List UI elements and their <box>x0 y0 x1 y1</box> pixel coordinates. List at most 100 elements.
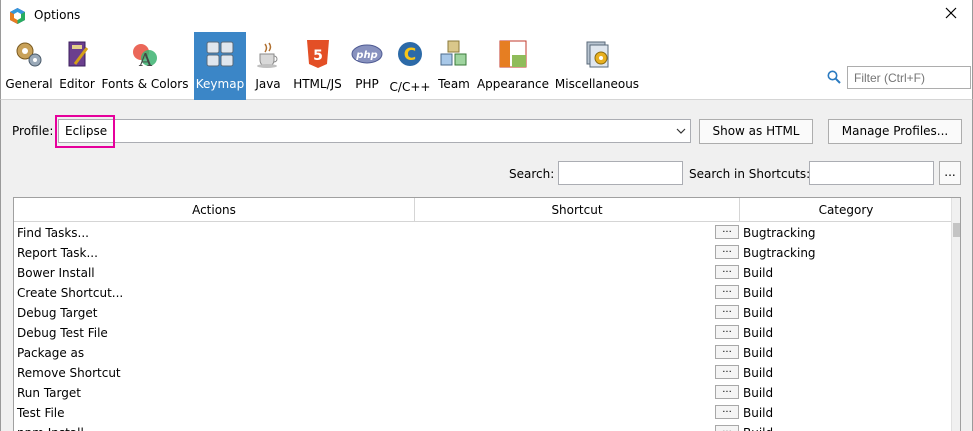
table-row[interactable]: Debug Target... Build <box>14 303 952 323</box>
svg-text:A: A <box>138 50 153 70</box>
table-row[interactable]: Find Tasks...... Bugtracking <box>14 223 952 243</box>
edit-shortcut-button[interactable]: ... <box>715 385 739 399</box>
scrollbar-thumb[interactable] <box>953 223 960 237</box>
php-icon: php <box>351 44 383 64</box>
category-label: Keymap <box>195 77 245 91</box>
table-row[interactable]: Test File... Build <box>14 403 952 423</box>
table-row[interactable]: Report Task...... Bugtracking <box>14 243 952 263</box>
shortcut-capture-button[interactable]: ... <box>939 161 961 185</box>
category-general[interactable]: General <box>5 32 53 100</box>
category-cell: Build <box>743 326 774 340</box>
category-cell: Build <box>743 366 774 380</box>
category-label: Java <box>255 77 281 91</box>
chevron-down-icon[interactable] <box>676 126 686 136</box>
action-cell: Find Tasks... <box>17 226 89 240</box>
keymap-table: Actions Shortcut Category Find Tasks....… <box>13 197 961 431</box>
gears-icon <box>16 42 42 67</box>
table-row[interactable]: npm Install... Build <box>14 423 952 431</box>
category-label: PHP <box>355 77 379 91</box>
book-pen-icon <box>68 41 89 67</box>
show-as-html-button[interactable]: Show as HTML <box>699 119 813 144</box>
vertical-scrollbar[interactable] <box>951 198 960 431</box>
category-cell: Build <box>743 426 773 431</box>
action-cell: Test File <box>17 406 65 420</box>
misc-icon <box>586 41 609 68</box>
action-cell: Debug Target <box>17 306 98 320</box>
profile-value: Eclipse <box>65 124 108 138</box>
category-php[interactable]: php PHP <box>350 32 384 100</box>
action-cell: Run Target <box>17 386 81 400</box>
edit-shortcut-button[interactable]: ... <box>715 225 739 239</box>
action-cell: Package as <box>17 346 85 360</box>
category-java[interactable]: Java <box>251 32 285 100</box>
table-header: Actions Shortcut Category <box>14 198 952 222</box>
edit-shortcut-button[interactable]: ... <box>715 325 739 339</box>
category-team[interactable]: Team <box>435 32 473 100</box>
edit-shortcut-button[interactable]: ... <box>715 405 739 419</box>
search-shortcuts-input[interactable] <box>809 161 934 185</box>
keymap-panel: Profile: Eclipse Show as HTML Manage Pro… <box>0 100 973 431</box>
category-cell: Build <box>743 346 774 360</box>
edit-shortcut-button[interactable]: ... <box>715 345 739 359</box>
svg-text:C: C <box>404 45 416 65</box>
table-row[interactable]: Package as... Build <box>14 343 952 363</box>
category-label: Appearance <box>476 77 550 91</box>
column-header-category[interactable]: Category <box>740 198 952 222</box>
netbeans-logo-icon <box>10 8 25 24</box>
table-row[interactable]: Remove Shortcut... Build <box>14 363 952 383</box>
search-input[interactable] <box>558 161 683 185</box>
category-cell: Build <box>743 286 774 300</box>
table-row[interactable]: Bower Install... Build <box>14 263 952 283</box>
category-cell: Bugtracking <box>743 226 816 240</box>
window-title: Options <box>34 8 81 22</box>
column-header-actions[interactable]: Actions <box>14 198 415 222</box>
edit-shortcut-button[interactable]: ... <box>715 285 739 299</box>
category-cell: Build <box>743 266 774 280</box>
category-fonts-colors[interactable]: A Fonts & Colors <box>100 32 190 100</box>
category-label: Team <box>438 77 470 91</box>
keyboard-icon <box>206 41 234 67</box>
category-label: C/C++ <box>389 80 431 94</box>
action-cell: Report Task... <box>17 246 98 260</box>
category-toolbar: General Editor A Fonts & Colors Keymap J… <box>0 32 973 100</box>
filter-input[interactable] <box>847 66 971 89</box>
category-appearance[interactable]: Appearance <box>476 32 550 100</box>
category-cell: Build <box>743 386 774 400</box>
edit-shortcut-button[interactable]: ... <box>715 305 739 319</box>
font-shapes-icon: A <box>133 44 157 70</box>
category-cell: Bugtracking <box>743 246 816 260</box>
category-c-cpp[interactable]: C C/C++ <box>389 32 431 100</box>
table-row[interactable]: Debug Test File... Build <box>14 323 952 343</box>
cubes-icon <box>440 40 467 66</box>
search-label: Search: <box>509 167 555 181</box>
profile-label: Profile: <box>12 124 54 138</box>
category-keymap[interactable]: Keymap <box>194 32 246 100</box>
table-row[interactable]: Create Shortcut...... Build <box>14 283 952 303</box>
category-label: Miscellaneous <box>554 77 640 91</box>
action-cell: Debug Test File <box>17 326 108 340</box>
search-icon <box>827 70 841 84</box>
action-cell: Remove Shortcut <box>17 366 121 380</box>
category-miscellaneous[interactable]: Miscellaneous <box>554 32 640 100</box>
svg-text:php: php <box>355 50 377 61</box>
edit-shortcut-button[interactable]: ... <box>715 265 739 279</box>
manage-profiles-button[interactable]: Manage Profiles... <box>828 119 962 144</box>
search-shortcuts-label: Search in Shortcuts: <box>689 167 811 181</box>
coffee-cup-icon <box>257 42 278 68</box>
category-label: Editor <box>59 77 95 91</box>
c-icon: C <box>398 42 422 66</box>
column-header-shortcut[interactable]: Shortcut <box>415 198 740 222</box>
table-row[interactable]: Run Target... Build <box>14 383 952 403</box>
action-cell: Bower Install <box>17 266 95 280</box>
profile-dropdown[interactable]: Eclipse <box>58 119 691 143</box>
edit-shortcut-button[interactable]: ... <box>715 425 739 431</box>
edit-shortcut-button[interactable]: ... <box>715 365 739 379</box>
category-label: HTML/JS <box>293 77 342 91</box>
close-icon[interactable] <box>944 6 958 20</box>
edit-shortcut-button[interactable]: ... <box>715 245 739 259</box>
layout-icon <box>499 40 527 68</box>
category-html-js[interactable]: 5 HTML/JS <box>290 32 345 100</box>
category-editor[interactable]: Editor <box>56 32 98 100</box>
category-label: General <box>5 77 53 91</box>
category-cell: Build <box>743 406 774 420</box>
